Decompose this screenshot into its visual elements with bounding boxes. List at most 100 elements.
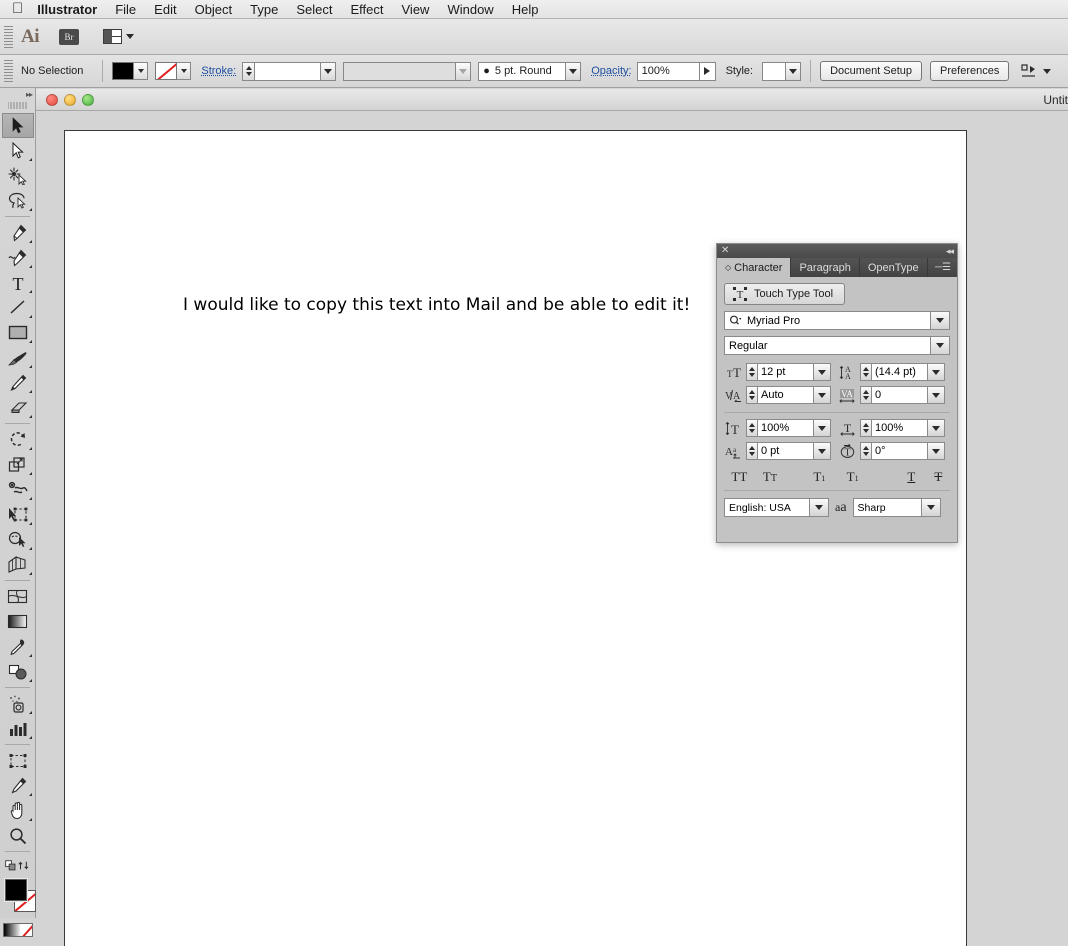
vertical-scale-field[interactable]: 100% <box>758 419 814 437</box>
font-size-stepper[interactable] <box>746 363 758 381</box>
fill-color-dropdown[interactable] <box>133 62 148 80</box>
add-anchor-point-tool[interactable] <box>2 245 34 270</box>
all-caps-button[interactable]: TT <box>724 469 755 485</box>
kerning-stepper[interactable] <box>746 386 758 404</box>
stroke-color-swatch[interactable] <box>155 62 177 80</box>
stroke-weight-field[interactable] <box>254 62 321 81</box>
preferences-button[interactable]: Preferences <box>930 61 1009 81</box>
menu-item-window[interactable]: Window <box>447 2 493 17</box>
swap-fill-stroke-icon[interactable] <box>18 859 31 872</box>
kerning-dropdown[interactable] <box>814 386 831 404</box>
font-family-combo[interactable]: Myriad Pro <box>724 311 950 330</box>
tracking-control[interactable]: VA 0 <box>838 386 945 404</box>
arrange-documents-button[interactable] <box>103 29 134 44</box>
strikethrough-button[interactable]: T <box>927 469 950 485</box>
menu-item-edit[interactable]: Edit <box>154 2 176 17</box>
language-combo[interactable]: English: USA <box>724 498 829 517</box>
eyedropper-tool[interactable] <box>2 634 34 659</box>
menu-item-effect[interactable]: Effect <box>350 2 383 17</box>
stroke-weight-dropdown[interactable] <box>320 62 336 81</box>
bridge-button[interactable]: Br <box>59 29 79 45</box>
apple-logo-icon[interactable]:  <box>12 1 23 16</box>
baseline-shift-control[interactable]: A a 0 pt <box>724 442 831 460</box>
brush-definition-dropdown[interactable] <box>565 62 581 81</box>
opacity-label[interactable]: Opacity: <box>591 65 631 77</box>
underline-button[interactable]: T <box>896 469 927 485</box>
brush-definition-field[interactable]: ● 5 pt. Round <box>478 62 566 81</box>
menu-item-file[interactable]: File <box>115 2 136 17</box>
tracking-dropdown[interactable] <box>928 386 945 404</box>
menu-item-view[interactable]: View <box>402 2 430 17</box>
pen-tool[interactable] <box>2 220 34 245</box>
font-size-dropdown[interactable] <box>814 363 831 381</box>
graphic-style-swatch[interactable] <box>762 62 786 81</box>
close-panel-icon[interactable]: ✕ <box>721 246 729 256</box>
maximize-window-button[interactable] <box>82 94 94 106</box>
collapse-panel-icon[interactable]: ◂◂ <box>946 246 953 257</box>
anti-aliasing-dropdown[interactable] <box>922 498 941 517</box>
scale-tool[interactable] <box>2 452 34 477</box>
horizontal-scale-dropdown[interactable] <box>928 419 945 437</box>
tracking-field[interactable]: 0 <box>872 386 928 404</box>
close-window-button[interactable] <box>46 94 58 106</box>
horizontal-scale-control[interactable]: T 100% <box>838 419 945 437</box>
tab-character[interactable]: ◇ Character <box>717 258 791 277</box>
opacity-flyout-button[interactable] <box>699 62 716 81</box>
language-field[interactable]: English: USA <box>724 498 810 517</box>
symbol-sprayer-tool[interactable] <box>2 691 34 716</box>
subscript-button[interactable]: T1 <box>837 469 868 485</box>
blend-tool[interactable] <box>2 659 34 684</box>
vertical-scale-control[interactable]: T 100% <box>724 419 831 437</box>
font-style-dropdown[interactable] <box>931 336 950 355</box>
tracking-stepper[interactable] <box>860 386 872 404</box>
tab-paragraph[interactable]: Paragraph <box>791 258 859 277</box>
character-rotation-field[interactable]: 0° <box>872 442 928 460</box>
language-dropdown[interactable] <box>810 498 829 517</box>
graphic-style-dropdown[interactable] <box>785 62 801 81</box>
artboard-tool[interactable] <box>2 748 34 773</box>
stroke-color-dropdown[interactable] <box>176 62 191 80</box>
menu-item-illustrator[interactable]: Illustrator <box>37 2 97 17</box>
leading-control[interactable]: A A (14.4 pt) <box>838 363 945 381</box>
leading-field[interactable]: (14.4 pt) <box>872 363 928 381</box>
artboard-text-object[interactable]: I would like to copy this text into Mail… <box>183 295 690 315</box>
rotate-tool[interactable] <box>2 427 34 452</box>
menu-item-select[interactable]: Select <box>296 2 332 17</box>
menu-item-help[interactable]: Help <box>512 2 539 17</box>
gradient-tool[interactable] <box>2 609 34 634</box>
small-caps-button[interactable]: TT <box>755 469 786 485</box>
anti-aliasing-field[interactable]: Sharp <box>853 498 922 517</box>
rectangle-tool[interactable] <box>2 320 34 345</box>
baseline-shift-field[interactable]: 0 pt <box>758 442 814 460</box>
character-panel[interactable]: ✕ ◂◂ ◇ Character Paragraph OpenType ─☰ T… <box>716 243 958 543</box>
tab-opentype[interactable]: OpenType <box>860 258 928 277</box>
font-family-dropdown[interactable] <box>931 311 950 330</box>
eraser-tool[interactable] <box>2 395 34 420</box>
panel-menu-icon[interactable]: ─☰ <box>929 258 957 277</box>
font-size-field[interactable]: 12 pt <box>758 363 814 381</box>
kerning-field[interactable]: Auto <box>758 386 814 404</box>
vertical-scale-stepper[interactable] <box>746 419 758 437</box>
anti-aliasing-combo[interactable]: Sharp <box>853 498 941 517</box>
none-mode-button[interactable] <box>21 924 32 936</box>
direct-selection-tool[interactable] <box>2 138 34 163</box>
panel-titlebar[interactable]: ✕ ◂◂ <box>717 244 957 258</box>
character-rotation-dropdown[interactable] <box>928 442 945 460</box>
expand-collapse-icon[interactable]: ▸▸ <box>26 90 32 99</box>
align-objects-icon[interactable] <box>1021 64 1037 78</box>
default-fill-stroke-icon[interactable] <box>5 859 18 872</box>
kerning-control[interactable]: V A Auto <box>724 386 831 404</box>
lasso-tool[interactable] <box>2 188 34 213</box>
appbar-grip[interactable] <box>4 26 13 48</box>
character-rotation-control[interactable]: T 0° <box>838 442 945 460</box>
font-size-control[interactable]: TT 12 pt <box>724 363 831 381</box>
magic-wand-tool[interactable] <box>2 163 34 188</box>
column-graph-tool[interactable] <box>2 716 34 741</box>
leading-dropdown[interactable] <box>928 363 945 381</box>
touch-type-tool-button[interactable]: T Touch Type Tool <box>724 283 845 305</box>
tools-panel-header[interactable]: ▸▸ <box>0 88 35 100</box>
slice-tool[interactable] <box>2 773 34 798</box>
font-style-field[interactable]: Regular <box>724 336 931 355</box>
horizontal-scale-field[interactable]: 100% <box>872 419 928 437</box>
perspective-grid-tool[interactable] <box>2 552 34 577</box>
